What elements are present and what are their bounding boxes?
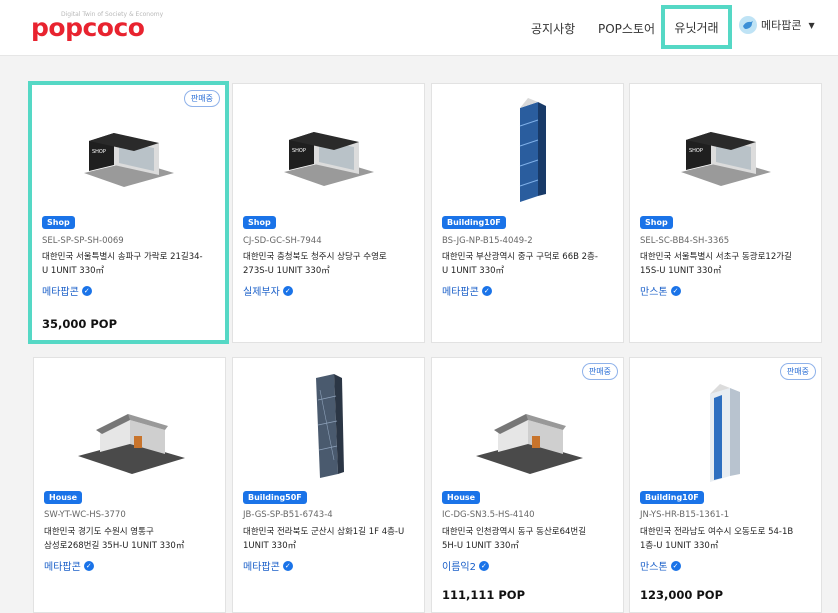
svg-text:SHOP: SHOP: [689, 148, 703, 154]
owner-link[interactable]: 메타팝콘 ✓: [243, 558, 293, 573]
unit-address: 대한민국 전라북도 군산시 삼화1길 1F 4층-U 1UNIT 330㎡: [243, 525, 416, 553]
unit-card[interactable]: 판매중 SHOP Shop SEL-SP-SP-SH-0069 대한민국 서울특…: [28, 81, 229, 344]
owner-link[interactable]: 실제부자 ✓: [243, 283, 293, 298]
svg-text:SHOP: SHOP: [92, 149, 106, 155]
unit-address: 대한민국 서울특별시 송파구 가락로 21길34- U 1UNIT 330㎡: [42, 250, 217, 278]
owner-name: 메타팝콘: [243, 562, 280, 573]
caret-down-icon: ▼: [808, 20, 815, 30]
unit-type-tag: Building50F: [243, 491, 307, 504]
unit-address-line-1: 대한민국 부산광역시 중구 구덕로 66B 2층-: [442, 252, 598, 262]
unit-address-line-1: 대한민국 전라북도 군산시 삼화1길 1F 4층-U: [243, 527, 405, 537]
shop-model-image: SHOP: [32, 95, 225, 213]
unit-code: SEL-SP-SP-SH-0069: [42, 236, 124, 246]
unit-address: 대한민국 인천광역시 동구 동산로64번길 5H-U 1UNIT 330㎡: [442, 525, 615, 553]
unit-address-line-1: 대한민국 경기도 수원시 영통구: [44, 527, 154, 537]
owner-name: 만스톤: [640, 562, 668, 573]
bird-avatar-icon: [739, 16, 757, 34]
unit-address: 대한민국 전라남도 여수시 오동도로 54-1B 1층-U 1UNIT 330㎡: [640, 525, 813, 553]
house-model-image: [432, 368, 623, 486]
unit-code: IC-DG-SN3.5-HS-4140: [442, 510, 535, 520]
unit-card[interactable]: House SW-YT-WC-HS-3770 대한민국 경기도 수원시 영통구 …: [33, 357, 226, 613]
unit-address-line-2: U 1UNIT 330㎡: [42, 266, 105, 276]
unit-price: 123,000 POP: [640, 588, 724, 602]
unit-card[interactable]: SHOP Shop SEL-SC-BB4-SH-3365 대한민국 서울특별시 …: [629, 83, 822, 343]
verified-check-icon: ✓: [478, 560, 489, 571]
unit-address: 대한민국 경기도 수원시 영통구 삼성로268번길 35H-U 1UNIT 33…: [44, 525, 217, 553]
unit-address-line-1: 대한민국 서울특별시 송파구 가락로 21길34-: [42, 252, 203, 262]
popcoco-logo[interactable]: Digital Twin of Society & Economy popcoc…: [31, 11, 163, 42]
owner-name: 만스톤: [640, 287, 668, 298]
verified-check-icon: ✓: [83, 560, 94, 571]
owner-link[interactable]: 만스톤 ✓: [640, 558, 681, 573]
unit-address: 대한민국 충청북도 청주시 상당구 수영로 273S-U 1UNIT 330㎡: [243, 250, 416, 278]
unit-address-line-2: 1UNIT 330㎡: [243, 541, 297, 551]
unit-address-line-1: 대한민국 서울특별시 서초구 동광로12가길: [640, 252, 792, 262]
user-menu[interactable]: 메타팝콘 ▼: [739, 16, 815, 34]
owner-name: 이름익2: [442, 562, 476, 573]
verified-check-icon: ✓: [481, 285, 492, 296]
owner-link[interactable]: 메타팝콘 ✓: [442, 283, 492, 298]
unit-card[interactable]: 판매중 House IC-DG-SN3.5-HS-4140 대한민국 인천광역시…: [431, 357, 624, 613]
unit-card[interactable]: 판매중 Building10F JN-YS-HR-B15-1361-1 대한민국…: [629, 357, 822, 613]
logo-wordmark: popcoco: [31, 13, 145, 42]
unit-address-line-1: 대한민국 인천광역시 동구 동산로64번길: [442, 527, 587, 537]
house-model-image: [34, 368, 225, 486]
unit-address-line-2: 삼성로268번길 35H-U 1UNIT 330㎡: [44, 541, 185, 551]
unit-type-tag: Shop: [640, 216, 673, 229]
unit-type-tag: House: [442, 491, 481, 504]
owner-name: 실제부자: [243, 287, 280, 298]
logo-tagline: Digital Twin of Society & Economy: [61, 11, 164, 18]
nav-notice-label: 공지사항: [531, 21, 576, 36]
svg-text:SHOP: SHOP: [292, 148, 306, 154]
unit-address-line-2: 273S-U 1UNIT 330㎡: [243, 266, 330, 276]
owner-link[interactable]: 메타팝콘 ✓: [44, 558, 94, 573]
owner-link[interactable]: 만스톤 ✓: [640, 283, 681, 298]
shop-model-image: SHOP: [233, 94, 424, 212]
nav-unit-trade[interactable]: 유닛거래: [661, 5, 732, 49]
shop-model-image: SHOP: [630, 94, 821, 212]
unit-address: 대한민국 부산광역시 중구 구덕로 66B 2층- U 1UNIT 330㎡: [442, 250, 615, 278]
top-header: Digital Twin of Society & Economy popcoc…: [0, 0, 838, 56]
unit-type-tag: Shop: [243, 216, 276, 229]
unit-code: SEL-SC-BB4-SH-3365: [640, 236, 730, 246]
unit-address-line-2: 15S-U 1UNIT 330㎡: [640, 266, 722, 276]
verified-check-icon: ✓: [282, 285, 293, 296]
unit-code: JB-GS-SP-B51-6743-4: [243, 510, 333, 520]
unit-address-line-2: 1층-U 1UNIT 330㎡: [640, 541, 719, 551]
unit-card[interactable]: Building10F BS-JG-NP-B15-4049-2 대한민국 부산광…: [431, 83, 624, 343]
unit-type-tag: Building10F: [640, 491, 704, 504]
skyscraper-model-image: [233, 364, 424, 482]
unit-card[interactable]: SHOP Shop CJ-SD-GC-SH-7944 대한민국 충청북도 청주시…: [232, 83, 425, 343]
verified-check-icon: ✓: [670, 560, 681, 571]
unit-address: 대한민국 서울특별시 서초구 동광로12가길 15S-U 1UNIT 330㎡: [640, 250, 813, 278]
owner-name: 메타팝콘: [44, 562, 81, 573]
verified-check-icon: ✓: [670, 285, 681, 296]
nav-notice[interactable]: 공지사항: [531, 0, 575, 56]
unit-code: CJ-SD-GC-SH-7944: [243, 236, 322, 246]
unit-price: 111,111 POP: [442, 588, 526, 602]
unit-price: 35,000 POP: [42, 317, 118, 331]
verified-check-icon: ✓: [81, 285, 92, 296]
building-model-image: [432, 90, 623, 208]
owner-name: 메타팝콘: [42, 287, 79, 298]
unit-code: JN-YS-HR-B15-1361-1: [640, 510, 730, 520]
owner-link[interactable]: 메타팝콘 ✓: [42, 283, 92, 298]
unit-address-line-1: 대한민국 전라남도 여수시 오동도로 54-1B: [640, 527, 794, 537]
unit-address-line-2: U 1UNIT 330㎡: [442, 266, 505, 276]
unit-type-tag: Building10F: [442, 216, 506, 229]
unit-type-tag: House: [44, 491, 83, 504]
unit-code: SW-YT-WC-HS-3770: [44, 510, 126, 520]
nav-pop-store-label: POP스토어: [598, 21, 656, 36]
verified-check-icon: ✓: [282, 560, 293, 571]
unit-type-tag: Shop: [42, 216, 75, 229]
unit-code: BS-JG-NP-B15-4049-2: [442, 236, 533, 246]
owner-link[interactable]: 이름익2 ✓: [442, 558, 489, 573]
owner-name: 메타팝콘: [442, 287, 479, 298]
unit-card[interactable]: Building50F JB-GS-SP-B51-6743-4 대한민국 전라북…: [232, 357, 425, 613]
nav-pop-store[interactable]: POP스토어: [598, 0, 655, 56]
unit-address-line-1: 대한민국 충청북도 청주시 상당구 수영로: [243, 252, 387, 262]
user-name: 메타팝콘: [761, 19, 802, 32]
unit-address-line-2: 5H-U 1UNIT 330㎡: [442, 541, 519, 551]
building-model-image: [630, 366, 821, 484]
